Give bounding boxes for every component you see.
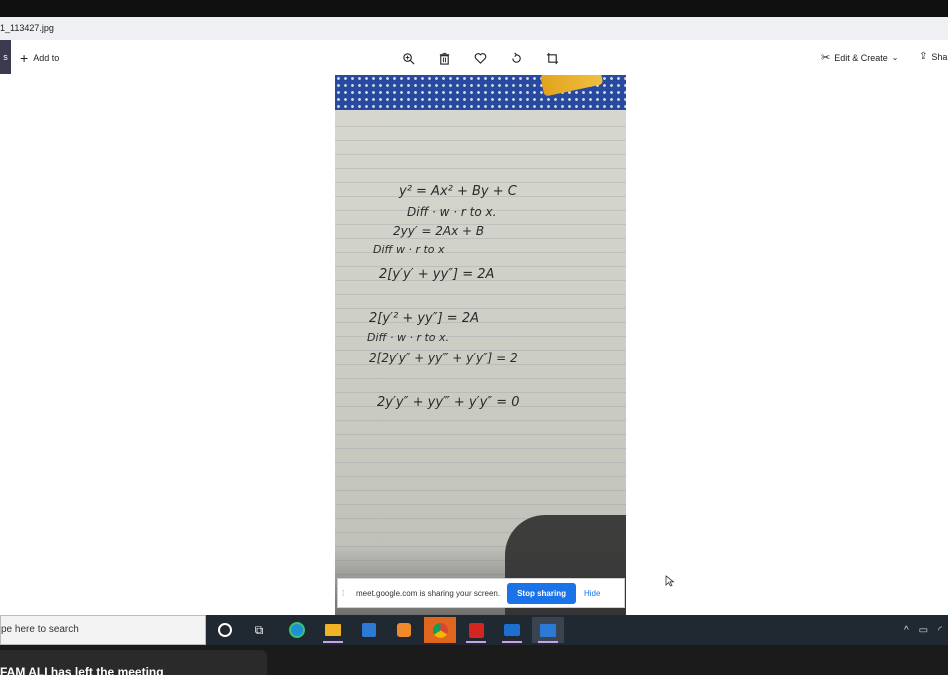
math-line: Diff w · r to x bbox=[373, 243, 445, 256]
active-indicator bbox=[538, 641, 558, 643]
edit-create-label: Edit & Create bbox=[834, 52, 888, 63]
store-taskbar-button[interactable] bbox=[353, 617, 385, 643]
zoom-in-icon bbox=[402, 52, 414, 64]
task-view-button[interactable]: ⧉ bbox=[243, 617, 275, 643]
trash-icon bbox=[439, 52, 449, 65]
file-explorer-taskbar-button[interactable] bbox=[317, 617, 349, 643]
rotate-button[interactable] bbox=[508, 50, 524, 66]
photo-view: y² = Ax² + By + C Diff · w · r to x. 2yy… bbox=[335, 75, 626, 615]
math-line: 2yy′ = 2Ax + B bbox=[393, 224, 484, 238]
math-line: Diff · w · r to x. bbox=[407, 205, 496, 219]
add-to-button[interactable]: + Add to bbox=[20, 50, 59, 66]
zoom-in-button[interactable] bbox=[400, 50, 416, 66]
handwritten-math: y² = Ax² + By + C Diff · w · r to x. 2yy… bbox=[367, 184, 520, 410]
wifi-icon[interactable]: ◜ bbox=[938, 625, 942, 636]
crop-button[interactable] bbox=[544, 50, 560, 66]
stop-sharing-button[interactable]: Stop sharing bbox=[507, 582, 576, 604]
battery-icon[interactable]: ▭ bbox=[919, 625, 928, 636]
chevron-down-icon: ⌄ bbox=[891, 53, 899, 62]
math-line: 2y′y″ + yy‴ + y′y″ = 0 bbox=[377, 395, 520, 410]
favorite-button[interactable] bbox=[472, 50, 488, 66]
folder-icon bbox=[325, 624, 341, 636]
edge-taskbar-button[interactable] bbox=[281, 617, 313, 643]
title-bar: 1_113427.jpg bbox=[0, 17, 948, 40]
share-label: Sha bbox=[931, 51, 948, 62]
window-title: 1_113427.jpg bbox=[0, 23, 54, 33]
store-icon bbox=[362, 623, 376, 637]
math-line: y² = Ax² + By + C bbox=[398, 184, 518, 199]
task-view-icon: ⧉ bbox=[254, 622, 264, 637]
plus-icon: + bbox=[20, 50, 29, 66]
delete-button[interactable] bbox=[436, 50, 452, 66]
media-taskbar-button[interactable] bbox=[388, 617, 420, 643]
edit-create-menu[interactable]: ✂ Edit & Create ⌄ bbox=[821, 51, 898, 64]
chrome-icon bbox=[432, 622, 448, 638]
video-icon bbox=[504, 624, 520, 636]
cortana-icon bbox=[218, 623, 232, 637]
heart-icon bbox=[474, 52, 486, 64]
top-black-strip bbox=[0, 0, 948, 17]
media-player-icon bbox=[397, 623, 411, 637]
acrobat-taskbar-button[interactable] bbox=[460, 617, 492, 643]
photos-app: s + Add to ✂ Edit & Create ⌄ ⇪ Sha y² = … bbox=[0, 40, 948, 615]
active-indicator bbox=[466, 641, 486, 643]
hide-button[interactable]: Hide bbox=[584, 589, 600, 598]
share-icon: ⇪ bbox=[919, 51, 928, 62]
math-line: 2[y′y′ + yy″] = 2A bbox=[379, 267, 494, 282]
edge-icon bbox=[289, 622, 305, 638]
chevron-up-icon[interactable]: ^ bbox=[904, 625, 909, 636]
system-tray: ^ ▭ ◜ bbox=[904, 615, 948, 645]
photos-icon bbox=[540, 623, 556, 637]
share-button[interactable]: ⇪ Sha bbox=[919, 51, 947, 62]
cortana-button[interactable] bbox=[209, 617, 241, 643]
chrome-taskbar-button[interactable] bbox=[424, 617, 456, 643]
acrobat-icon bbox=[468, 622, 484, 638]
rotate-icon bbox=[511, 52, 521, 63]
nav-button[interactable]: s bbox=[0, 40, 11, 74]
meeting-notification-toast: FAM ALI has left the meeting bbox=[0, 650, 267, 675]
mouse-cursor-icon bbox=[665, 575, 675, 587]
taskbar: pe here to search ⧉ ^ ▭ ◜ bbox=[0, 615, 948, 645]
screen-share-banner: ⁞ meet.google.com is sharing your screen… bbox=[337, 578, 625, 608]
math-line: 2[2y′y″ + yy‴ + y′y″] = 2 bbox=[369, 351, 518, 365]
share-message: meet.google.com is sharing your screen. bbox=[356, 588, 501, 598]
math-line: Diff · w · r to x. bbox=[367, 331, 449, 344]
active-indicator bbox=[502, 641, 522, 643]
edit-icon: ✂ bbox=[821, 52, 831, 64]
crop-icon bbox=[546, 52, 558, 64]
drag-grip-icon[interactable]: ⁞ bbox=[342, 589, 350, 598]
toolbar: s + Add to ✂ Edit & Create ⌄ ⇪ Sha bbox=[0, 40, 948, 75]
taskbar-search-input[interactable]: pe here to search bbox=[0, 615, 206, 645]
active-indicator bbox=[323, 641, 343, 643]
add-to-label: Add to bbox=[33, 53, 60, 63]
photos-taskbar-button[interactable] bbox=[532, 617, 564, 643]
zoom-taskbar-button[interactable] bbox=[496, 617, 528, 643]
math-line: 2[y′² + yy″] = 2A bbox=[369, 311, 479, 326]
